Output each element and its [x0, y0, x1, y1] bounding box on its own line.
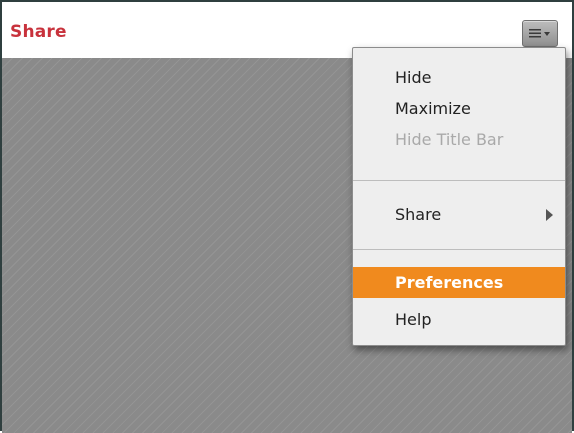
submenu-arrow-icon	[546, 209, 553, 221]
pod-options-menu: Hide Maximize Hide Title Bar Share Prefe…	[352, 47, 566, 346]
menu-item-label: Share	[395, 205, 442, 224]
menu-item-label: Maximize	[395, 99, 471, 118]
menu-item-hide[interactable]: Hide	[353, 62, 565, 93]
menu-item-preferences[interactable]: Preferences	[353, 267, 565, 298]
menu-item-label: Hide	[395, 68, 432, 87]
menu-item-label: Preferences	[395, 273, 504, 292]
menu-item-label: Help	[395, 310, 432, 329]
menu-item-label: Hide Title Bar	[395, 130, 504, 149]
menu-item-maximize[interactable]: Maximize	[353, 93, 565, 124]
menu-separator	[353, 180, 565, 181]
menu-item-hide-title-bar: Hide Title Bar	[353, 124, 565, 155]
menu-lines-dropdown-icon	[529, 29, 550, 38]
pod-title: Share	[10, 22, 67, 42]
pod-options-menu-button[interactable]	[522, 20, 558, 47]
menu-item-help[interactable]: Help	[353, 304, 565, 335]
menu-item-share[interactable]: Share	[353, 199, 565, 230]
menu-separator	[353, 249, 565, 250]
